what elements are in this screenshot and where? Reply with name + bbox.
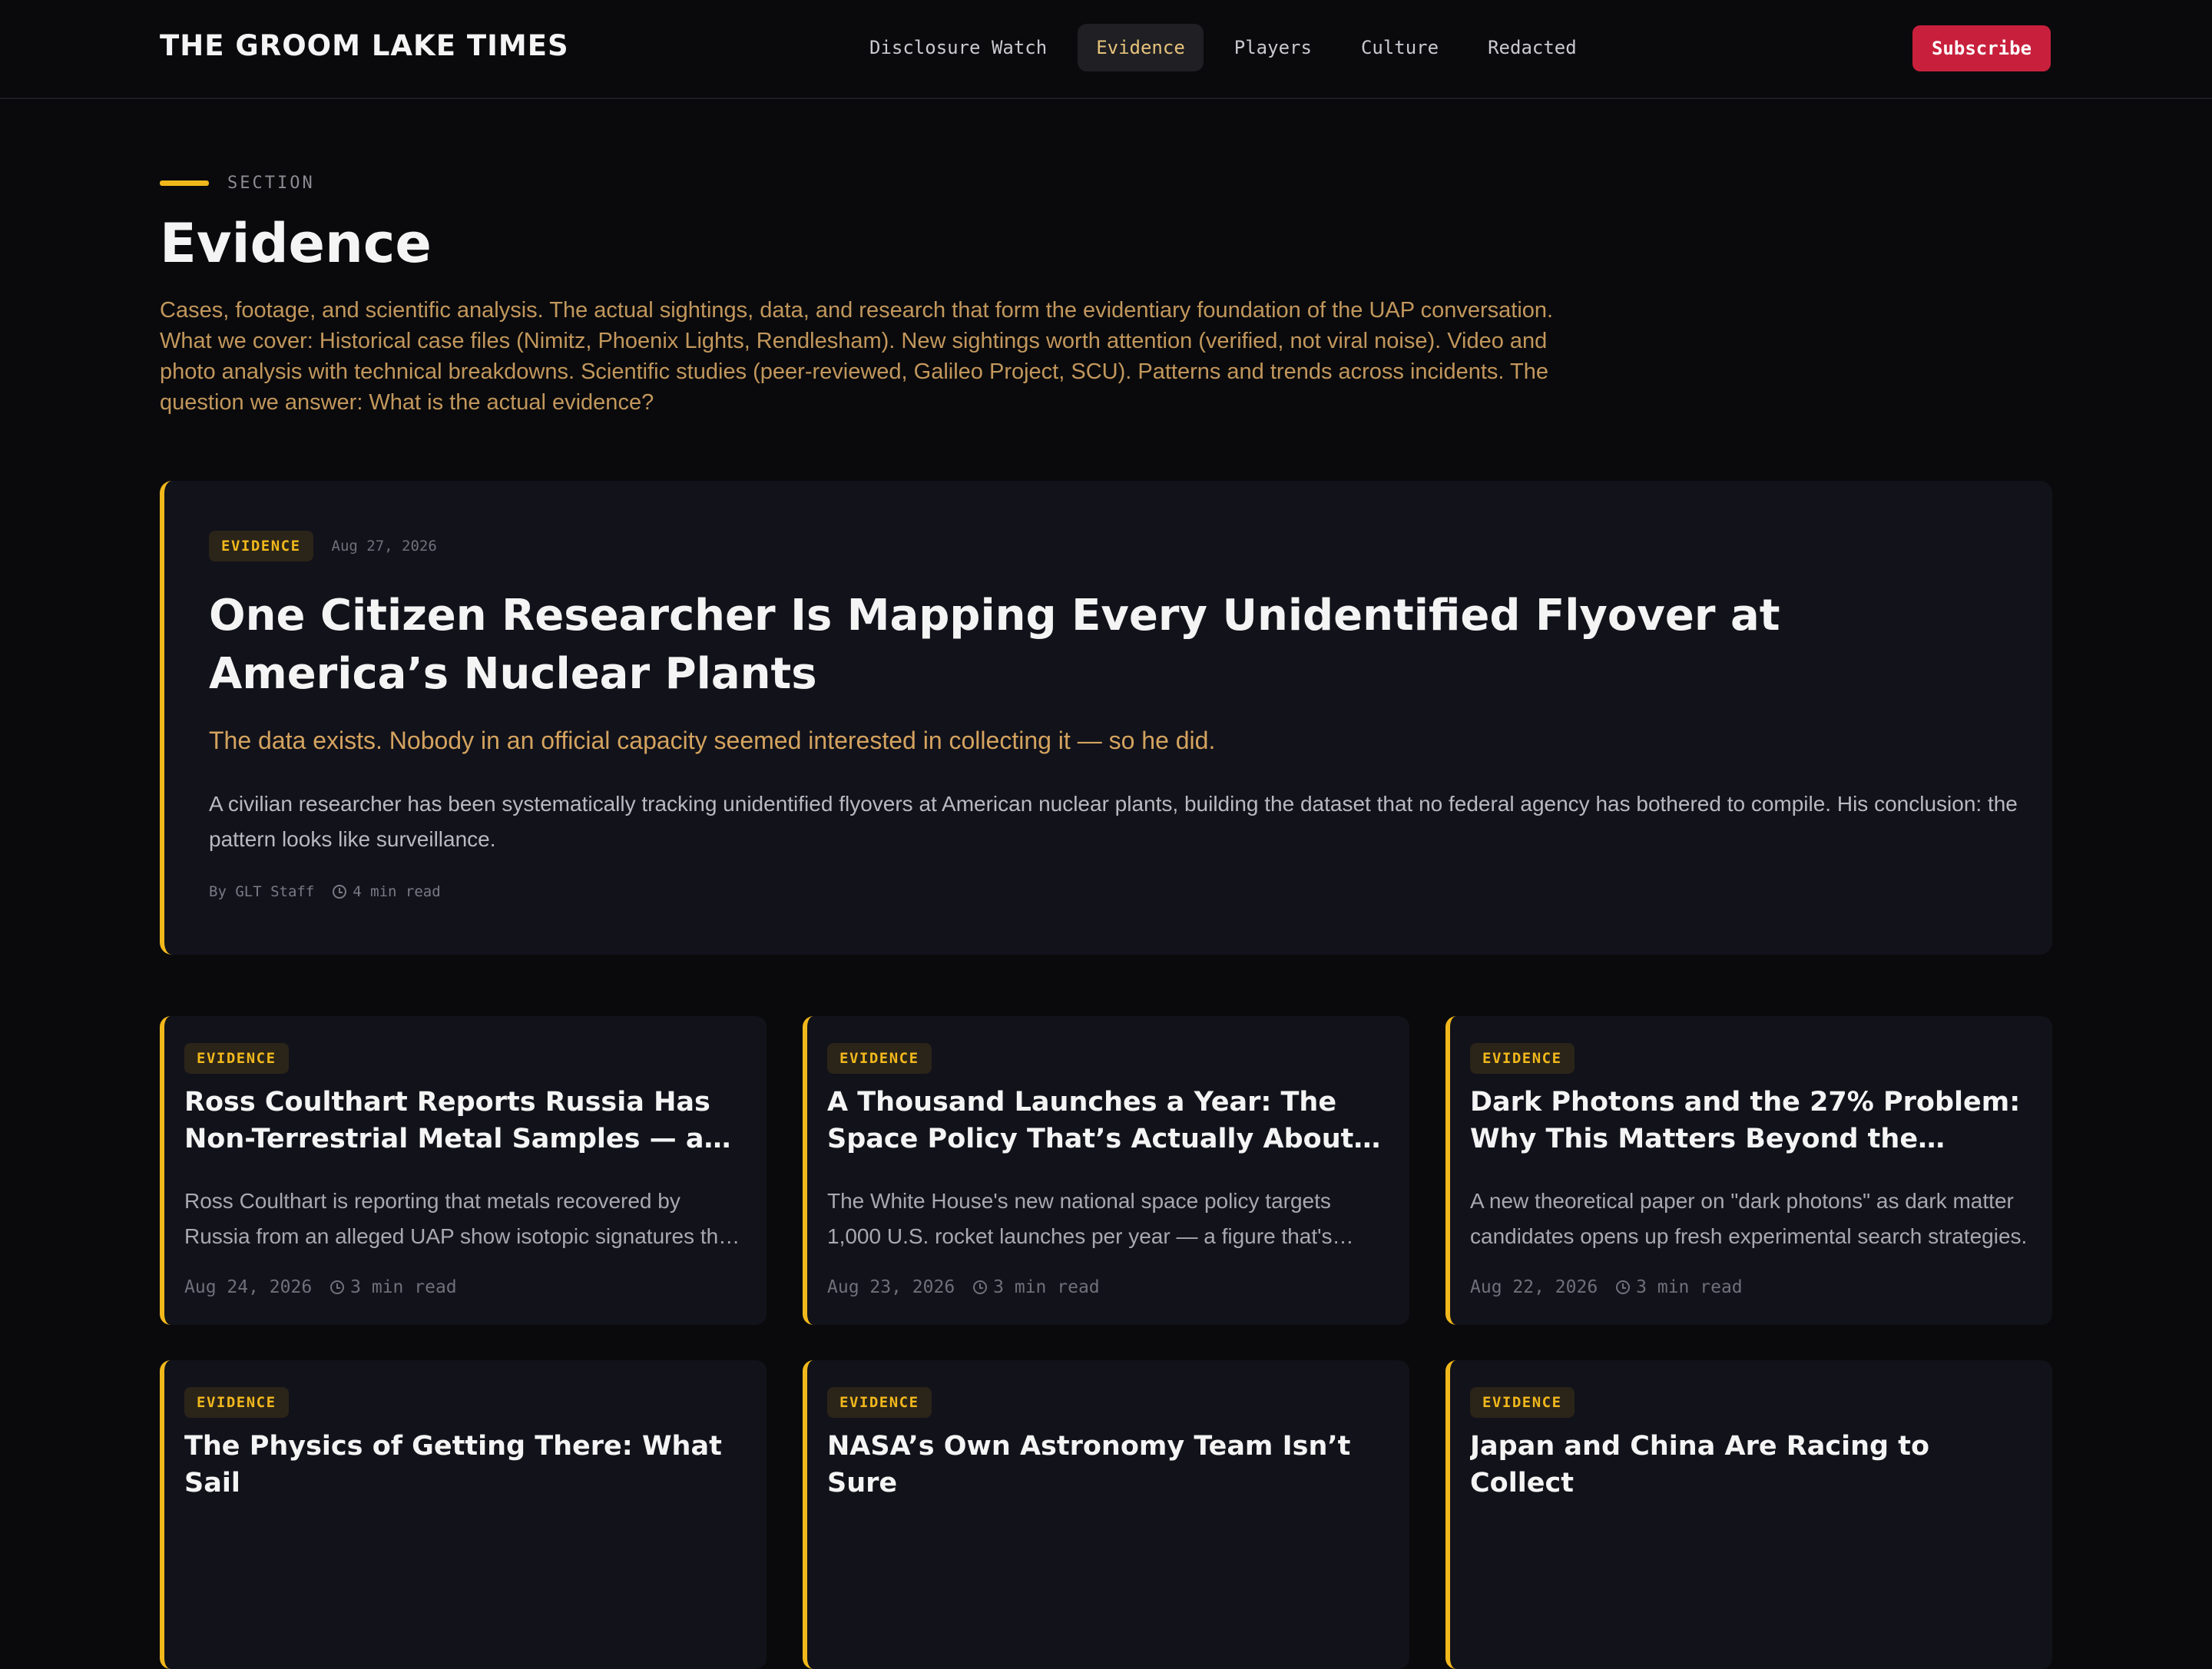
section-kicker: SECTION: [160, 174, 315, 193]
subscribe-button[interactable]: Subscribe: [1912, 25, 2051, 71]
category-badge: EVIDENCE: [827, 1387, 932, 1418]
top-navigation-bar: THE GROOM LAKE TIMES Disclosure Watch Ev…: [0, 0, 2212, 99]
article-title[interactable]: Dark Photons and the 27% Problem: Why Th…: [1470, 1084, 2031, 1157]
nav-players[interactable]: Players: [1216, 24, 1330, 71]
read-time: 3 min read: [330, 1277, 457, 1297]
author-name: By GLT Staff: [209, 883, 315, 900]
read-time-label: 3 min read: [1636, 1277, 1743, 1297]
category-badge: EVIDENCE: [184, 1387, 289, 1418]
article-title[interactable]: The Physics of Getting There: What Sail: [184, 1428, 745, 1502]
category-badge: EVIDENCE: [827, 1043, 932, 1074]
kicker-accent-bar: [160, 180, 209, 186]
read-time-label: 4 min read: [353, 883, 441, 900]
featured-dek: The data exists. Nobody in an official c…: [209, 727, 1216, 754]
clock-icon: [330, 1280, 345, 1294]
article-card[interactable]: EVIDENCE NASA’s Own Astronomy Team Isn’t…: [803, 1360, 1409, 1669]
article-card[interactable]: EVIDENCE Dark Photons and the 27% Proble…: [1445, 1016, 2052, 1325]
read-time: 3 min read: [973, 1277, 1100, 1297]
article-title[interactable]: NASA’s Own Astronomy Team Isn’t Sure: [827, 1428, 1388, 1502]
category-badge: EVIDENCE: [209, 531, 313, 561]
article-date: Aug 22, 2026: [1470, 1277, 1598, 1297]
category-badge: EVIDENCE: [1470, 1387, 1575, 1418]
clock-icon: [1616, 1280, 1631, 1294]
article-date: Aug 24, 2026: [184, 1277, 313, 1297]
article-card[interactable]: EVIDENCE Japan and China Are Racing to C…: [1445, 1360, 2052, 1669]
read-time: 3 min read: [1616, 1277, 1743, 1297]
article-excerpt: A new theoretical paper on "dark photons…: [1470, 1189, 2028, 1248]
featured-summary: A civilian researcher has been systemati…: [209, 792, 2018, 851]
article-date: Aug 23, 2026: [827, 1277, 955, 1297]
article-excerpt: Ross Coulthart is reporting that metals …: [184, 1189, 737, 1248]
nav-redacted[interactable]: Redacted: [1469, 24, 1595, 71]
nav-disclosure-watch[interactable]: Disclosure Watch: [851, 24, 1065, 71]
section-title: Evidence: [160, 212, 432, 275]
article-meta: Aug 22, 2026 3 min read: [1470, 1277, 1743, 1297]
article-card[interactable]: EVIDENCE The Physics of Getting There: W…: [160, 1360, 767, 1669]
article-title[interactable]: Ross Coulthart Reports Russia Has Non-Te…: [184, 1084, 745, 1157]
category-badge: EVIDENCE: [184, 1043, 289, 1074]
article-meta: Aug 24, 2026 3 min read: [184, 1277, 457, 1297]
article-title[interactable]: Japan and China Are Racing to Collect: [1470, 1428, 2031, 1502]
section-description: Cases, footage, and scientific analysis.…: [160, 298, 1554, 415]
read-time-label: 3 min read: [993, 1277, 1100, 1297]
read-time: 4 min read: [333, 883, 441, 900]
featured-byline: By GLT Staff 4 min read: [209, 883, 441, 900]
site-logo[interactable]: THE GROOM LAKE TIMES: [160, 29, 569, 62]
article-card[interactable]: EVIDENCE A Thousand Launches a Year: The…: [803, 1016, 1409, 1325]
section-kicker-label: SECTION: [227, 174, 315, 193]
clock-icon: [333, 885, 347, 899]
nav-evidence[interactable]: Evidence: [1078, 24, 1204, 71]
main-nav: Disclosure Watch Evidence Players Cultur…: [851, 24, 1595, 71]
read-time-label: 3 min read: [350, 1277, 457, 1297]
clock-icon: [973, 1280, 988, 1294]
article-card[interactable]: EVIDENCE Ross Coulthart Reports Russia H…: [160, 1016, 767, 1325]
featured-date: Aug 27, 2026: [331, 538, 437, 555]
featured-title[interactable]: One Citizen Researcher Is Mapping Every …: [209, 587, 2006, 704]
article-meta: Aug 23, 2026 3 min read: [827, 1277, 1100, 1297]
featured-meta: EVIDENCE Aug 27, 2026: [209, 531, 437, 561]
featured-article-card[interactable]: EVIDENCE Aug 27, 2026 One Citizen Resear…: [160, 481, 2052, 955]
category-badge: EVIDENCE: [1470, 1043, 1575, 1074]
nav-culture[interactable]: Culture: [1343, 24, 1457, 71]
article-excerpt: The White House's new national space pol…: [827, 1189, 1333, 1248]
article-title[interactable]: A Thousand Launches a Year: The Space Po…: [827, 1084, 1388, 1157]
